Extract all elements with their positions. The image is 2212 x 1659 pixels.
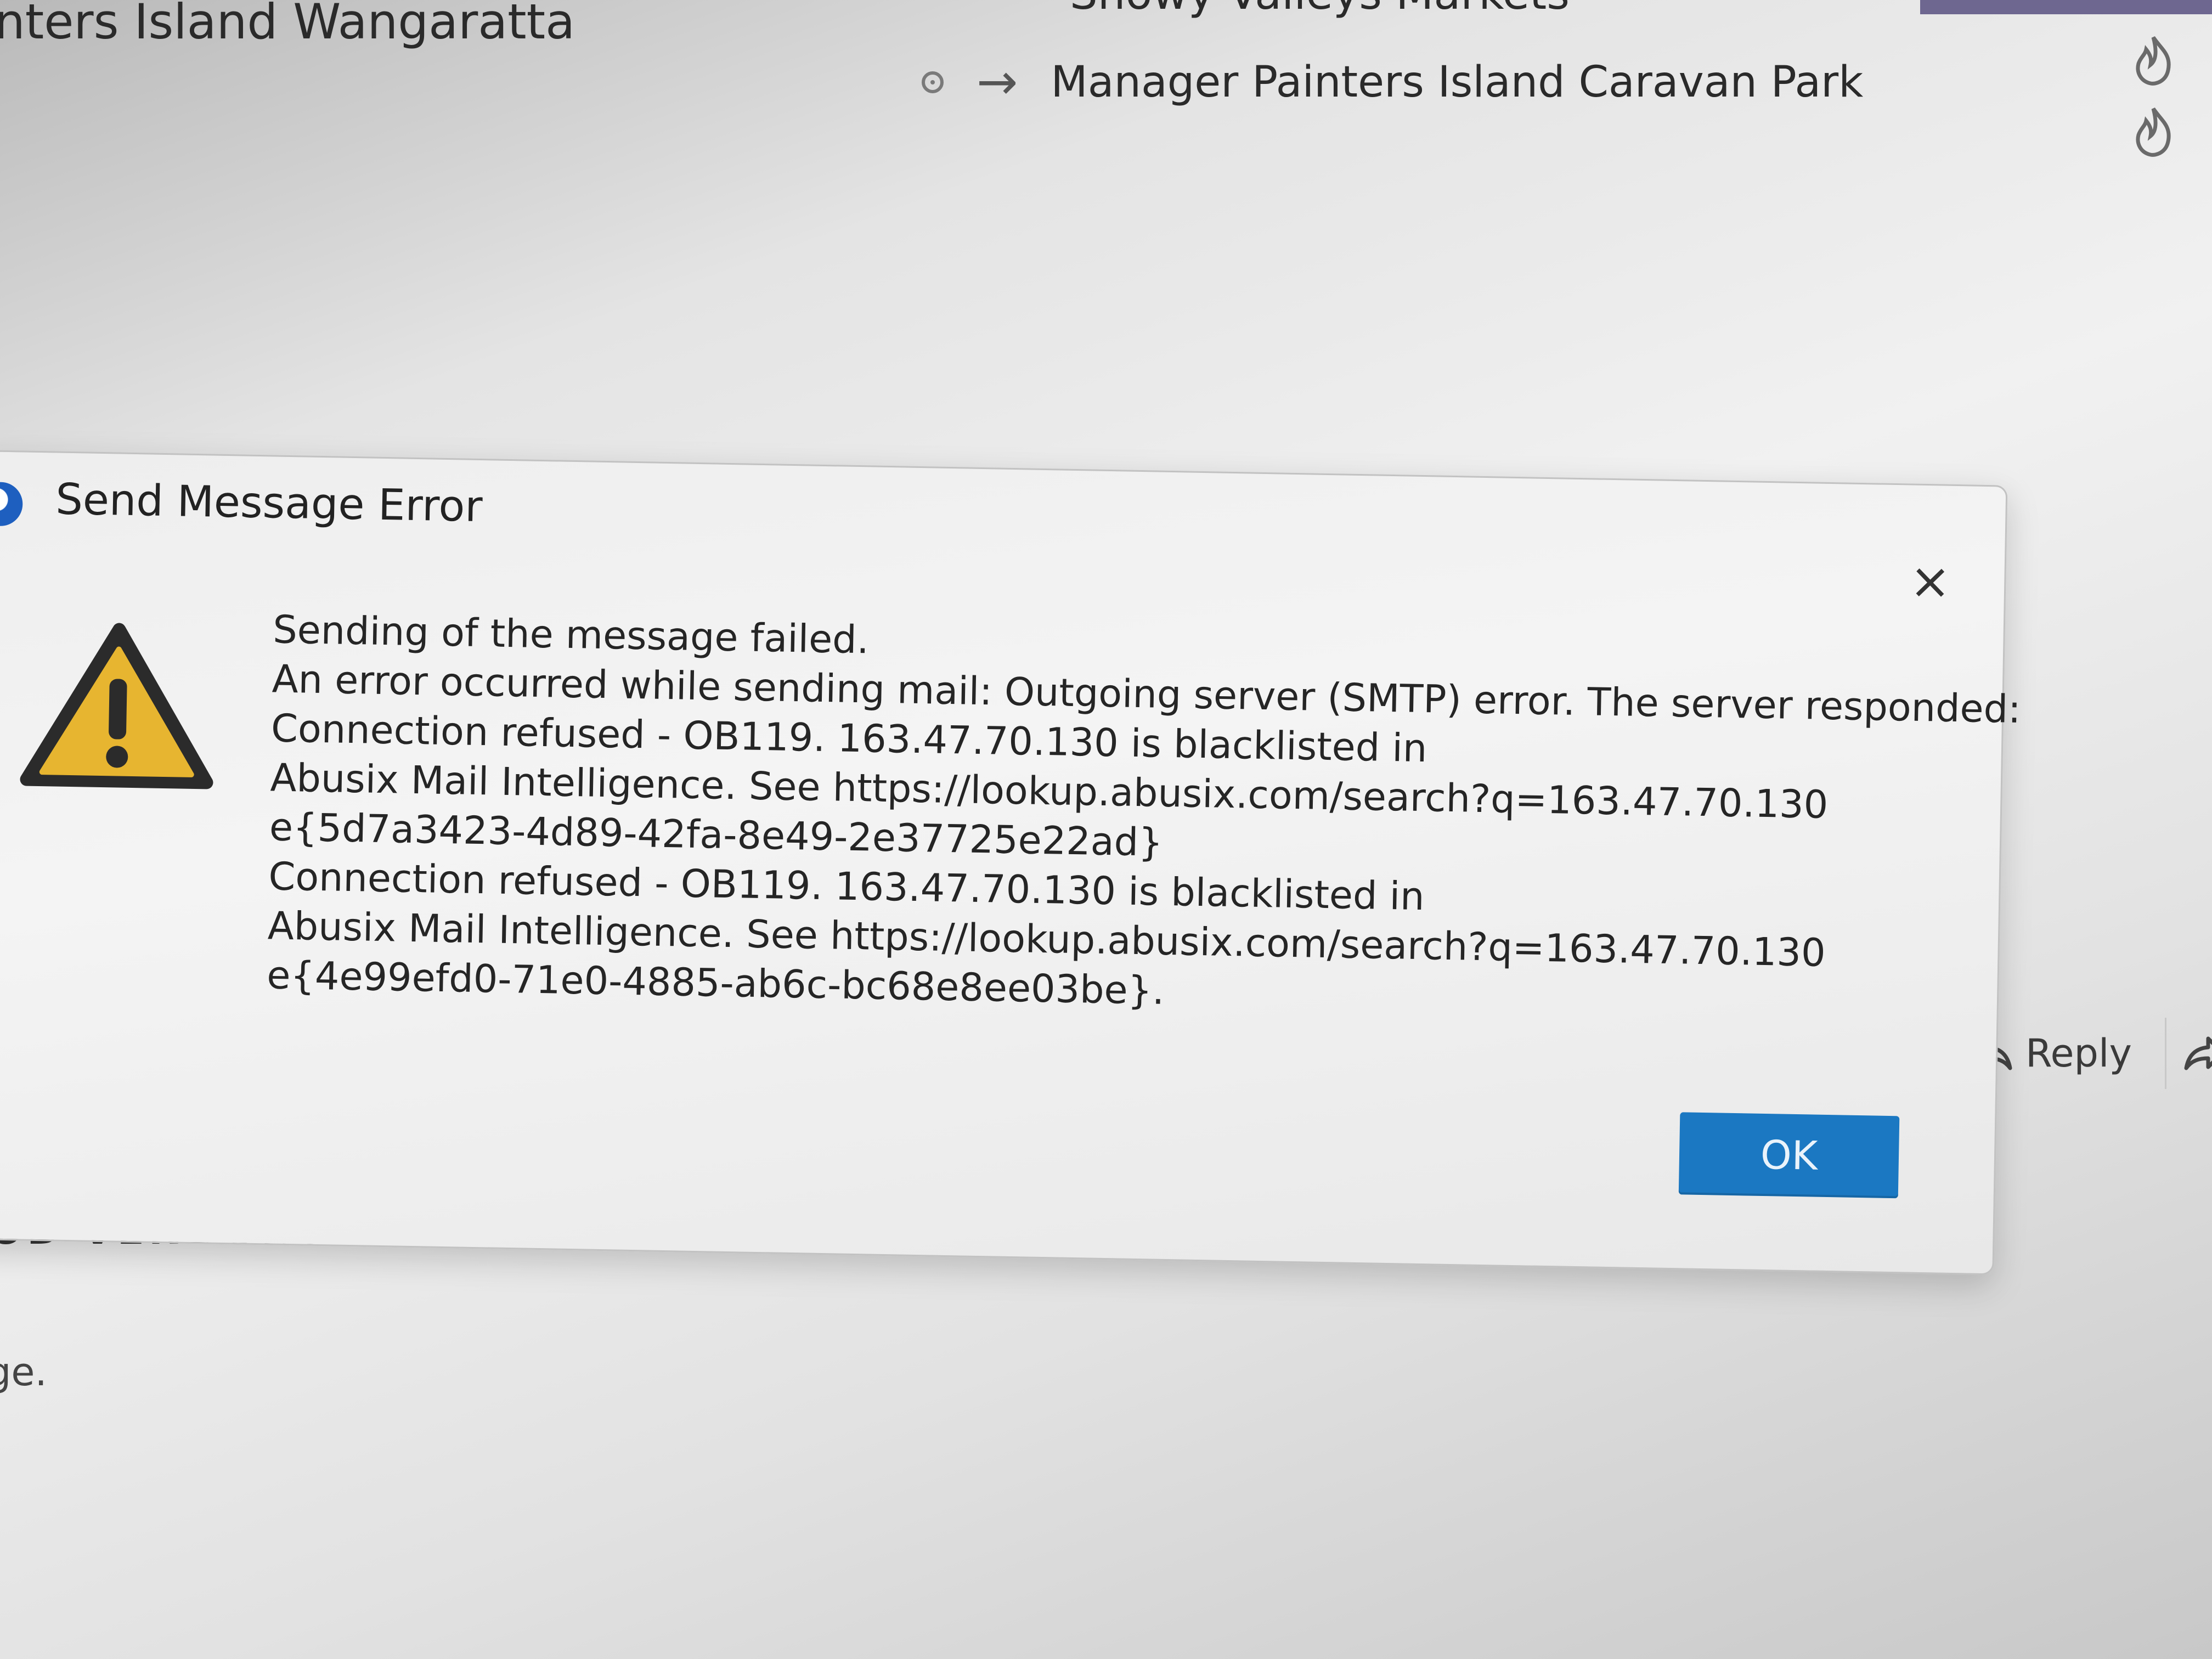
arrow-right-icon: → <box>977 53 1018 111</box>
background-body-fragment: ge. <box>0 1350 47 1395</box>
dialog-title: Send Message Error <box>55 475 483 532</box>
message-action-bar: Reply <box>1970 1015 2212 1092</box>
close-button[interactable]: × <box>1905 552 1956 610</box>
screen: nters Island Wangaratta Snowy Valleys Ma… <box>0 0 2212 1659</box>
dialog-titlebar: Send Message Error <box>0 452 2006 591</box>
flame-icon[interactable] <box>2129 104 2178 159</box>
thunderbird-icon <box>0 482 23 527</box>
window-band <box>1920 0 2212 14</box>
send-message-error-dialog: Send Message Error × Sending of the mess… <box>0 450 2022 1276</box>
ok-button[interactable]: OK <box>1678 1112 1900 1199</box>
background-market-name: Snowy Valleys Markets <box>1070 0 1570 19</box>
error-message: Sending of the message failed. An error … <box>267 605 2022 1028</box>
reply-label: Reply <box>2025 1031 2132 1076</box>
toolbar-divider <box>2164 1018 2166 1089</box>
recipient-row: → Manager Painters Island Caravan Park <box>922 49 1863 115</box>
status-dot-icon <box>922 71 944 93</box>
background-title: nters Island Wangaratta <box>0 0 575 50</box>
warning-icon <box>20 623 213 789</box>
recipient-name[interactable]: Manager Painters Island Caravan Park <box>1051 58 1863 107</box>
flame-icon[interactable] <box>2129 33 2178 88</box>
forward-icon[interactable] <box>2183 1034 2212 1073</box>
